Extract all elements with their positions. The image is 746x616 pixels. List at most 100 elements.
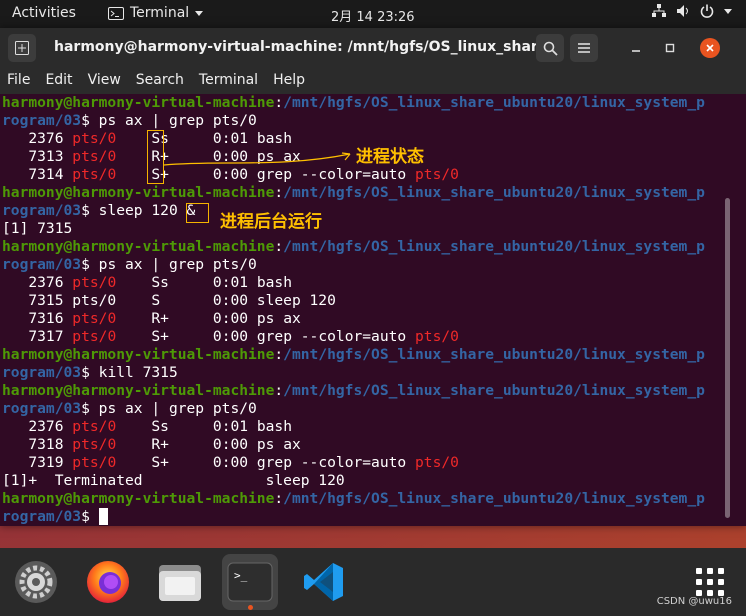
process-stat: S+ (151, 328, 187, 345)
process-tty: pts/0 (72, 418, 117, 435)
prompt-dollar: $ (81, 112, 99, 129)
close-icon (706, 44, 714, 52)
process-command: 0:00 ps ax (186, 310, 301, 327)
process-pid: 2376 (2, 274, 73, 291)
prompt-line-wrap: rogram/03$ (0, 508, 724, 526)
prompt-colon: : (274, 238, 284, 255)
prompt-path: /mnt/hgfs/OS_linux_share_ubuntu20/linux_… (283, 94, 705, 111)
maximize-button[interactable] (660, 38, 680, 58)
dock-terminal[interactable]: >_ (222, 554, 278, 610)
prompt-line-wrap: rogram/03$ ps ax | grep pts/0 (0, 256, 724, 274)
command-text: ps ax | grep pts/0 (98, 256, 257, 273)
command-text: sleep 120 & (98, 202, 196, 219)
process-gap (116, 436, 151, 453)
prompt-line: harmony@harmony-virtual-machine:/mnt/hgf… (0, 346, 724, 364)
process-row: 7315 pts/0 S 0:00 sleep 120 (0, 292, 724, 310)
app-menu-label: Terminal (130, 5, 190, 21)
menu-search[interactable]: Search (136, 68, 184, 94)
menu-terminal[interactable]: Terminal (199, 68, 258, 94)
process-command: 0:01 bash (186, 130, 292, 147)
grep-match: pts/0 (415, 328, 459, 345)
process-row: 2376 pts/0 Ss 0:01 bash (0, 274, 724, 292)
dock-settings[interactable] (8, 554, 64, 610)
prompt-dollar: $ (81, 400, 99, 417)
dock-files[interactable] (152, 554, 208, 610)
grep-match: pts/0 (415, 454, 459, 471)
process-tty: pts/0 (72, 148, 117, 165)
terminal-window: harmony@harmony-virtual-machine: /mnt/hg… (0, 28, 746, 526)
app-menu[interactable]: Terminal (108, 5, 204, 21)
command-text: ps ax | grep pts/0 (98, 400, 257, 417)
new-tab-icon (15, 41, 29, 55)
maximize-icon (665, 43, 675, 53)
show-applications-icon (696, 568, 724, 596)
scrollbar[interactable] (725, 198, 730, 518)
prompt-dollar: $ (81, 202, 99, 219)
menu-file[interactable]: File (7, 68, 30, 94)
prompt-line: harmony@harmony-virtual-machine:/mnt/hgf… (0, 94, 724, 112)
command-text: ps ax | grep pts/0 (98, 112, 257, 129)
prompt-line-wrap: rogram/03$ ps ax | grep pts/0 (0, 112, 724, 130)
system-tray[interactable] (652, 4, 732, 18)
process-tty: pts/0 (72, 130, 117, 147)
prompt-colon: : (274, 382, 284, 399)
process-row: 7317 pts/0 S+ 0:00 grep --color=auto pts… (0, 328, 724, 346)
process-pid: 2376 (2, 418, 73, 435)
close-button[interactable] (700, 38, 720, 58)
process-stat: S+ (151, 454, 187, 471)
new-tab-button[interactable] (8, 34, 36, 62)
prompt-line: harmony@harmony-virtual-machine:/mnt/hgf… (0, 490, 724, 508)
search-icon (543, 41, 558, 56)
running-indicator (248, 605, 253, 610)
grep-match: pts/0 (415, 166, 459, 183)
search-button[interactable] (536, 34, 564, 62)
process-tty: pts/0 (72, 328, 117, 345)
settings-icon (15, 561, 57, 603)
terminal-app-icon (108, 6, 124, 20)
menu-bar: File Edit View Search Terminal Help (0, 68, 746, 94)
watermark: CSDN @uwu16 (656, 596, 732, 607)
process-pid: 7319 (2, 454, 73, 471)
activities-button[interactable]: Activities (12, 5, 76, 21)
prompt-path: /mnt/hgfs/OS_linux_share_ubuntu20/linux_… (283, 382, 705, 399)
annotation-process-state: 进程状态 (356, 147, 424, 167)
prompt-path: /mnt/hgfs/OS_linux_share_ubuntu20/linux_… (283, 184, 705, 201)
power-icon (700, 4, 714, 18)
title-bar[interactable]: harmony@harmony-virtual-machine: /mnt/hg… (0, 28, 746, 68)
prompt-dollar: $ (81, 256, 99, 273)
svg-text:>_: >_ (234, 569, 248, 582)
clock[interactable]: 2月 14 23:26 (331, 6, 415, 25)
prompt-path: /mnt/hgfs/OS_linux_share_ubuntu20/linux_… (283, 346, 705, 363)
process-command: 0:00 ps ax (186, 436, 301, 453)
hamburger-menu-button[interactable] (570, 34, 598, 62)
window-title: harmony@harmony-virtual-machine: /mnt/hg… (54, 39, 564, 55)
process-command: 0:01 bash (186, 274, 292, 291)
annotation-arrow (163, 152, 351, 166)
process-command: 0:01 bash (186, 418, 292, 435)
menu-view[interactable]: View (88, 68, 121, 94)
prompt-line-wrap: rogram/03$ sleep 120 & (0, 202, 724, 220)
process-gap (116, 274, 151, 291)
process-gap (116, 328, 151, 345)
prompt-user: harmony@harmony-virtual-machine (2, 382, 275, 399)
process-row: 7318 pts/0 R+ 0:00 ps ax (0, 436, 724, 454)
minimize-button[interactable] (626, 38, 646, 58)
menu-edit[interactable]: Edit (45, 68, 72, 94)
prompt-colon: : (274, 94, 284, 111)
prompt-path-wrap: rogram/03 (2, 364, 82, 381)
dock-vscode[interactable] (296, 554, 352, 610)
prompt-path: /mnt/hgfs/OS_linux_share_ubuntu20/linux_… (283, 490, 705, 507)
files-icon (159, 565, 201, 601)
process-tty: pts/0 (72, 436, 117, 453)
dock-firefox[interactable] (80, 554, 136, 610)
process-row: 2376 pts/0 Ss 0:01 bash (0, 418, 724, 436)
menu-help[interactable]: Help (273, 68, 305, 94)
prompt-user: harmony@harmony-virtual-machine (2, 94, 275, 111)
firefox-icon (87, 561, 129, 603)
prompt-user: harmony@harmony-virtual-machine (2, 346, 275, 363)
command-text: kill 7315 (98, 364, 178, 381)
process-tty: pts/0 (72, 310, 117, 327)
prompt-colon: : (274, 490, 284, 507)
process-row: 7319 pts/0 S+ 0:00 grep --color=auto pts… (0, 454, 724, 472)
process-stat: R+ (151, 436, 187, 453)
